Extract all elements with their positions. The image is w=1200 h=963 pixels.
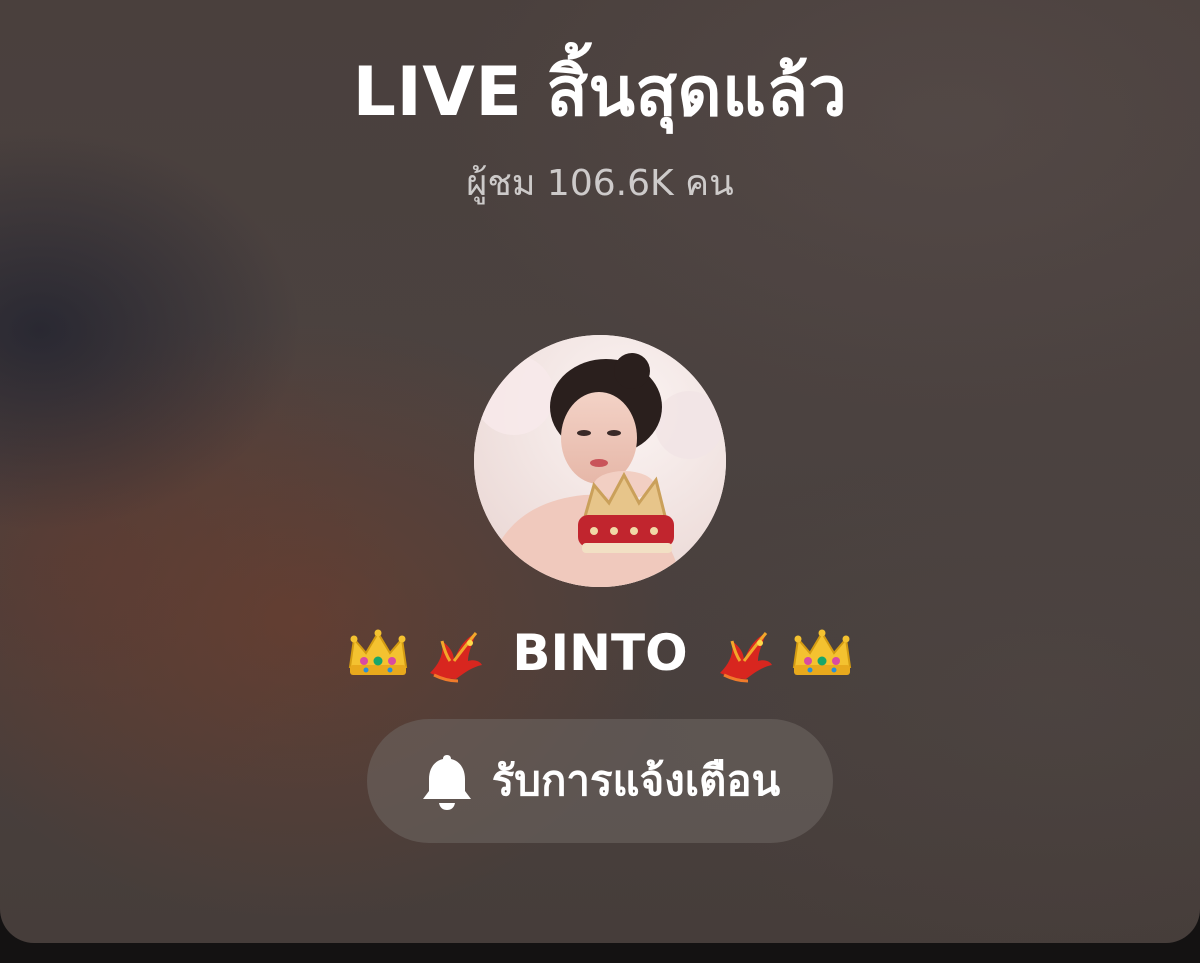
host-username[interactable]: BINTO <box>512 621 687 685</box>
bell-icon <box>422 755 471 810</box>
phoenix-icon <box>430 632 483 683</box>
get-notifications-label: รับการแจ้งเตือน <box>491 756 781 805</box>
crown-icon <box>349 629 408 675</box>
host-avatar[interactable] <box>474 335 726 587</box>
live-ended-screen: LIVE สิ้นสุดแล้ว ผู้ชม 106.6K คน BINTO ร… <box>0 0 1200 963</box>
live-ended-panel: LIVE สิ้นสุดแล้ว ผู้ชม 106.6K คน BINTO ร… <box>0 0 1200 943</box>
viewer-count: ผู้ชม 106.6K คน <box>466 163 734 204</box>
crown-icon <box>792 629 851 675</box>
live-ended-title: LIVE สิ้นสุดแล้ว <box>352 53 848 132</box>
host-name-row: BINTO <box>0 618 1200 688</box>
get-notifications-button[interactable]: รับการแจ้งเตือน <box>367 719 833 843</box>
phoenix-icon <box>719 632 772 683</box>
